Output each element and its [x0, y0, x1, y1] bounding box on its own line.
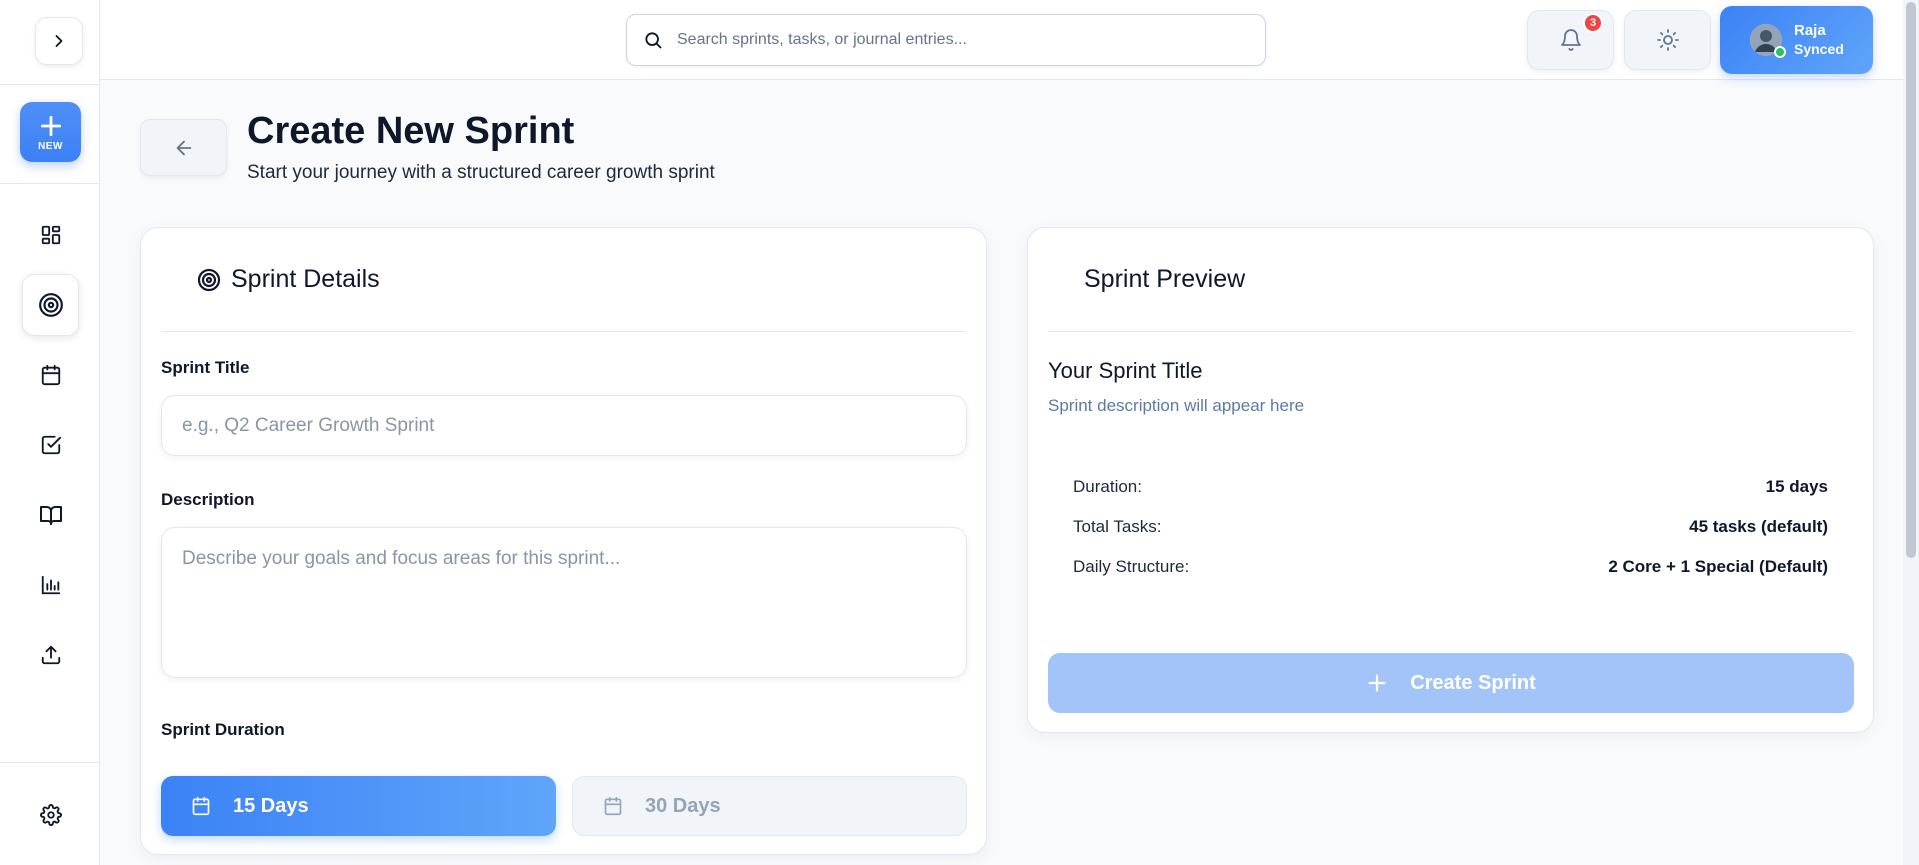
- scrollbar-thumb[interactable]: [1906, 2, 1916, 558]
- online-status-dot: [1774, 46, 1786, 58]
- duration-stat-label: Duration:: [1073, 477, 1142, 496]
- search-box[interactable]: [626, 14, 1266, 66]
- sidebar-item-journal[interactable]: [22, 484, 79, 546]
- duration-30-days-label: 30 Days: [645, 794, 721, 817]
- calendar-icon: [604, 796, 622, 816]
- bell-icon: [1560, 29, 1581, 51]
- total-tasks-stat-label: Total Tasks:: [1073, 517, 1162, 536]
- gear-icon: [39, 804, 62, 826]
- sprint-title-label: Sprint Title: [161, 358, 250, 377]
- sidebar-item-export[interactable]: [22, 624, 79, 686]
- new-button-label: NEW: [38, 140, 63, 152]
- plus-icon: [40, 115, 61, 136]
- create-sprint-label: Create Sprint: [1410, 671, 1536, 694]
- sun-icon: [1656, 29, 1679, 51]
- bar-chart-icon: [41, 575, 60, 595]
- notification-count-badge: 3: [1583, 13, 1603, 33]
- sidebar: NEW: [0, 0, 100, 865]
- upload-icon: [41, 645, 60, 665]
- sprint-preview-heading: Sprint Preview: [1084, 265, 1246, 293]
- arrow-left-icon: [176, 140, 191, 155]
- settings-button[interactable]: [22, 784, 79, 846]
- daily-structure-stat-value: 2 Core + 1 Special (Default): [1608, 557, 1828, 576]
- back-button[interactable]: [140, 119, 227, 176]
- daily-structure-stat-label: Daily Structure:: [1073, 557, 1190, 576]
- sprint-details-header: Sprint Details: [161, 228, 966, 332]
- sidebar-divider: [0, 183, 100, 184]
- preview-sprint-title: Your Sprint Title: [1048, 358, 1203, 383]
- preview-sprint-description: Sprint description will appear here: [1048, 396, 1305, 415]
- plus-icon: [1368, 674, 1386, 692]
- preview-stat-row: Daily Structure: 2 Core + 1 Special (Def…: [1073, 557, 1828, 577]
- search-icon: [645, 32, 662, 49]
- sidebar-item-sprints[interactable]: [22, 274, 79, 336]
- sidebar-divider: [0, 762, 100, 763]
- sidebar-item-analytics[interactable]: [22, 554, 79, 616]
- target-icon: [197, 268, 221, 291]
- top-bar: 3 Raja Synced: [100, 0, 1919, 80]
- calendar-icon: [41, 364, 60, 386]
- description-label: Description: [161, 490, 255, 509]
- sidebar-divider: [0, 84, 100, 85]
- notifications-button[interactable]: 3: [1527, 10, 1614, 70]
- sprint-duration-label: Sprint Duration: [161, 720, 285, 739]
- sprint-title-input[interactable]: [161, 395, 967, 456]
- sidebar-item-dashboard[interactable]: [22, 204, 79, 266]
- target-icon: [38, 293, 63, 317]
- calendar-icon: [192, 796, 210, 816]
- book-open-icon: [39, 506, 62, 525]
- duration-stat-value: 15 days: [1765, 477, 1828, 496]
- avatar: [1750, 24, 1786, 58]
- page-title: Create New Sprint: [247, 110, 575, 152]
- create-sprint-button[interactable]: Create Sprint: [1048, 653, 1854, 713]
- new-button[interactable]: NEW: [20, 102, 81, 162]
- sidebar-item-calendar[interactable]: [22, 344, 79, 406]
- sync-status: Synced: [1794, 41, 1844, 57]
- preview-stat-row: Duration: 15 days: [1073, 477, 1828, 497]
- duration-15-days-button[interactable]: 15 Days: [161, 776, 556, 836]
- theme-toggle-button[interactable]: [1624, 10, 1711, 70]
- total-tasks-stat-value: 45 tasks (default): [1689, 517, 1828, 536]
- user-name: Raja: [1794, 22, 1826, 39]
- page-scrollbar[interactable]: [1903, 0, 1919, 865]
- search-input[interactable]: [677, 31, 1257, 49]
- duration-30-days-button[interactable]: 30 Days: [572, 776, 967, 836]
- checkbox-icon: [41, 435, 61, 455]
- duration-15-days-label: 15 Days: [233, 794, 309, 817]
- sidebar-item-tasks[interactable]: [22, 414, 79, 476]
- page-subtitle: Start your journey with a structured car…: [247, 162, 715, 183]
- user-menu-button[interactable]: Raja Synced: [1720, 6, 1873, 74]
- sprint-preview-card: Sprint Preview Your Sprint Title Sprint …: [1027, 227, 1874, 733]
- grid-icon: [41, 225, 60, 245]
- chevron-right-icon: [55, 35, 63, 47]
- description-textarea[interactable]: [161, 527, 967, 678]
- preview-stat-row: Total Tasks: 45 tasks (default): [1073, 517, 1828, 537]
- sprint-details-card: Sprint Details Sprint Title Description …: [140, 227, 987, 855]
- sidebar-toggle-button[interactable]: [35, 17, 83, 65]
- sprint-details-heading: Sprint Details: [231, 265, 380, 293]
- sprint-preview-header: Sprint Preview: [1048, 228, 1853, 332]
